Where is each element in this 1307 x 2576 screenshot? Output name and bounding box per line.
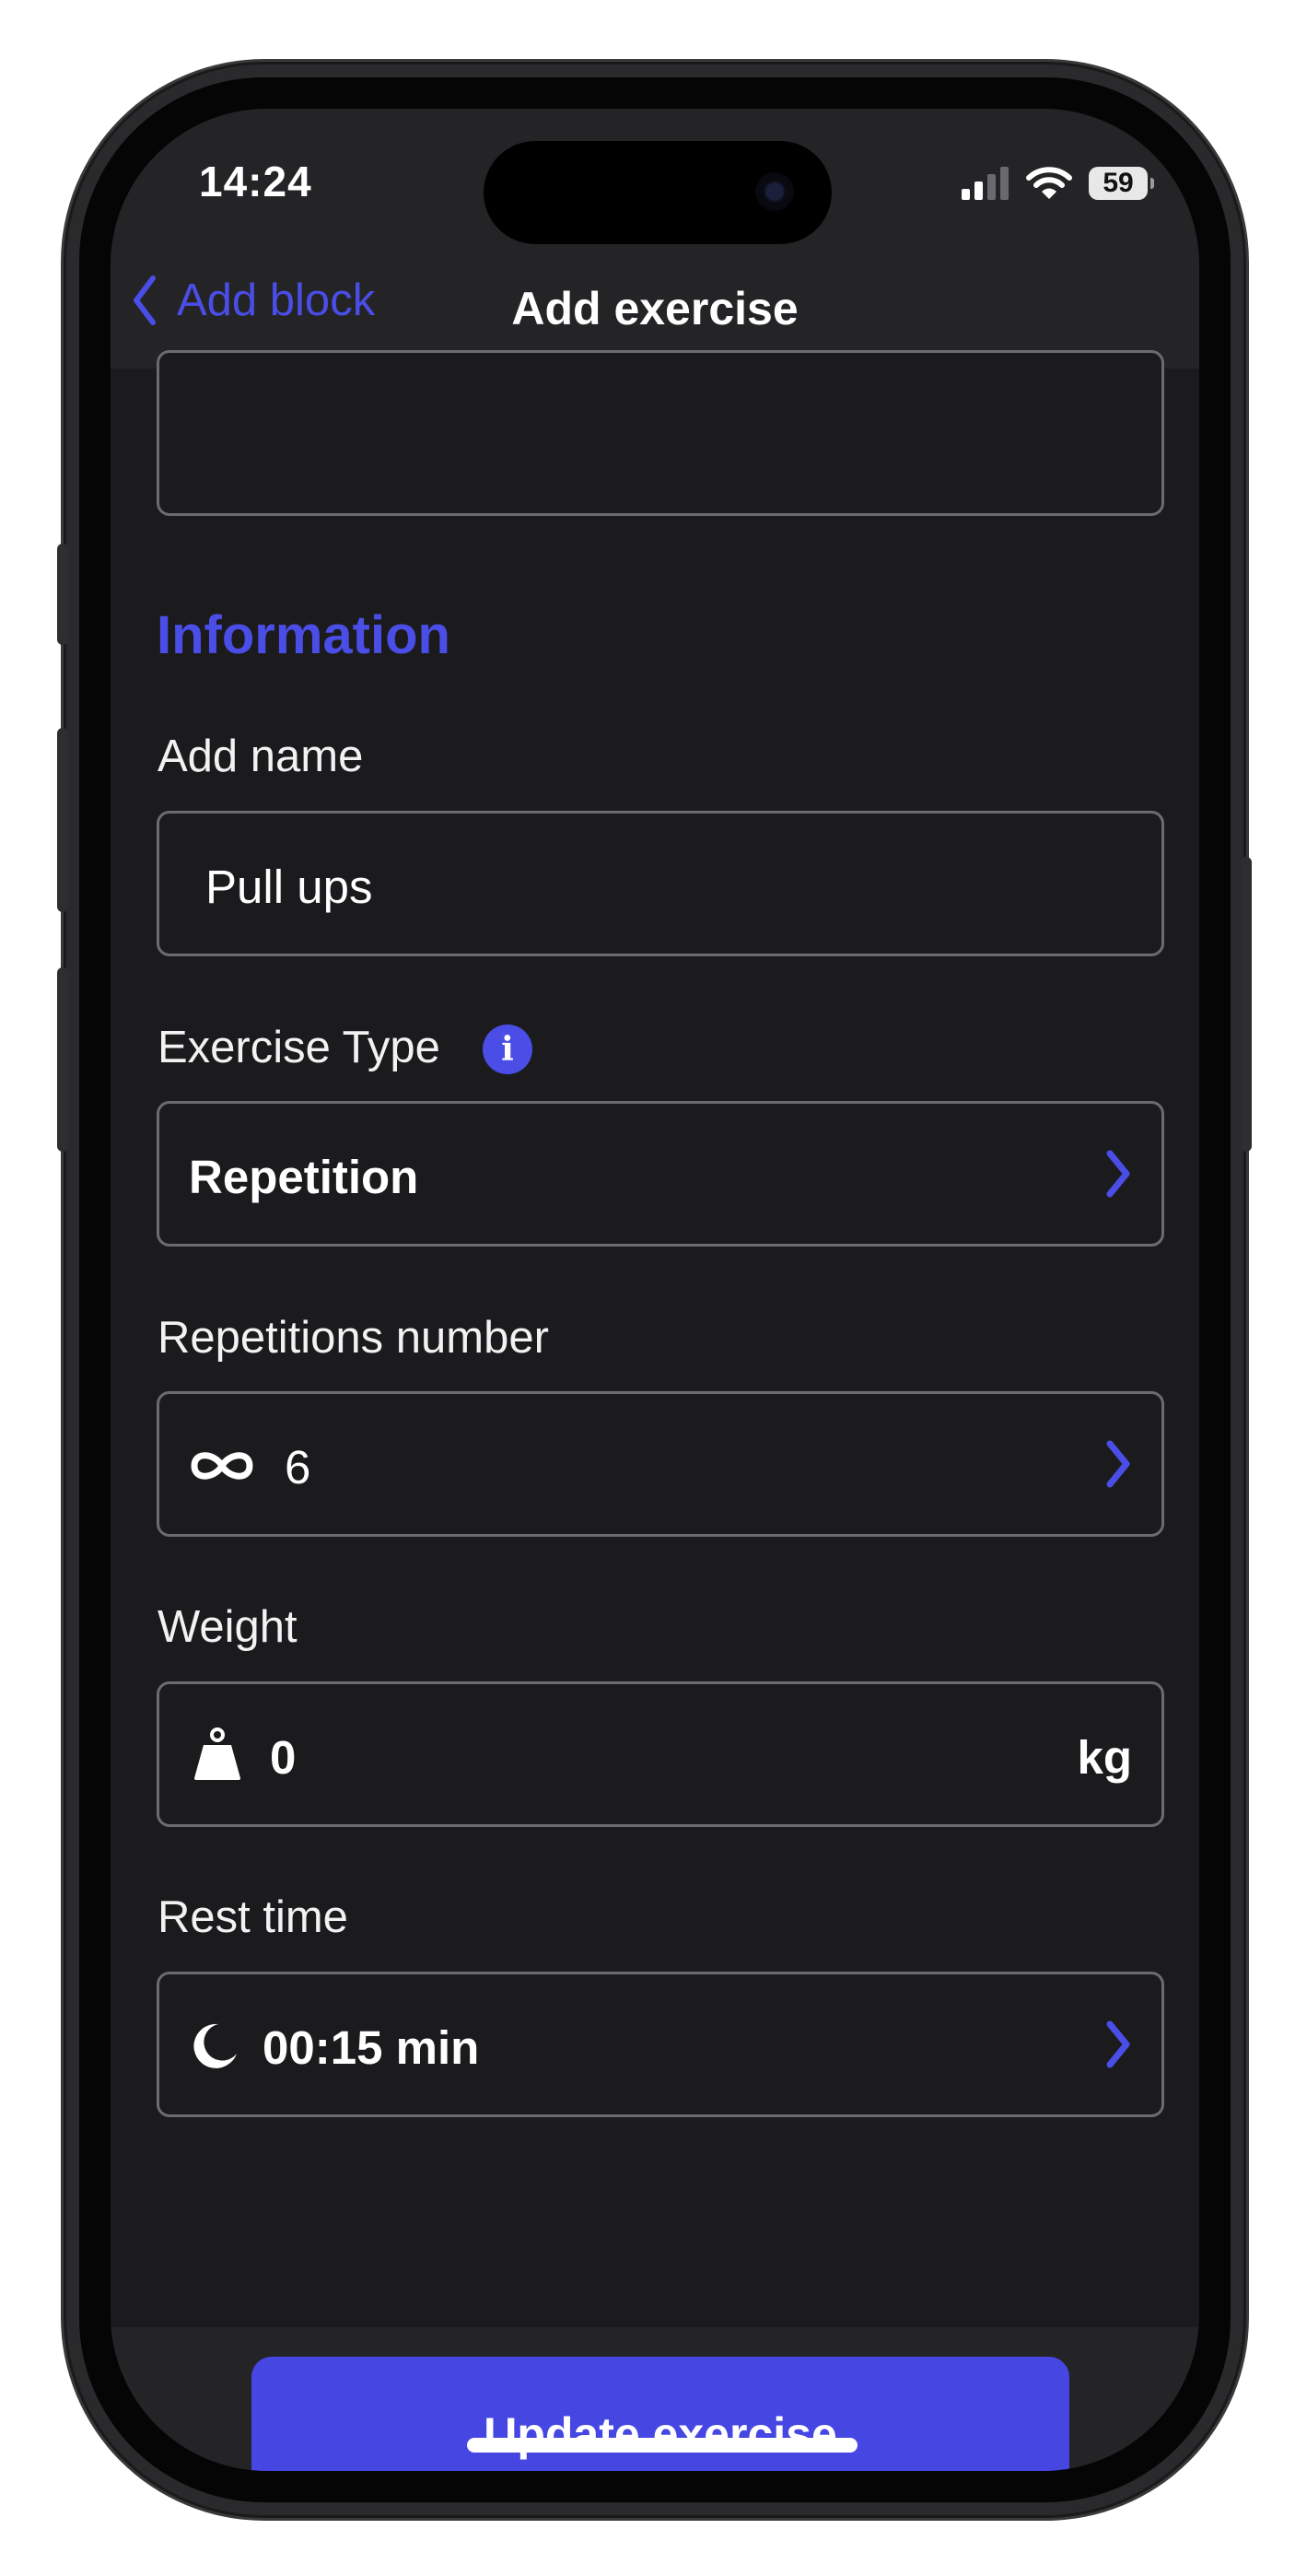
weight-label: Weight xyxy=(158,1602,298,1652)
status-icons: 59 xyxy=(960,160,1154,206)
exercise-type-label: Exercise Type xyxy=(158,1023,440,1072)
update-exercise-button[interactable]: Update exercise xyxy=(251,2357,1069,2471)
form-content: Information Add name Pull ups Exercise T… xyxy=(111,350,1199,2327)
rest-time-select[interactable]: 00:15 min xyxy=(157,1972,1164,2117)
signal-icon xyxy=(962,167,1009,200)
home-indicator[interactable] xyxy=(467,2438,858,2453)
infinity-icon xyxy=(191,1452,253,1480)
battery-level: 59 xyxy=(1103,168,1134,198)
volume-up-button xyxy=(57,728,68,912)
screen: 14:24 59 Add block Add exercise Informat… xyxy=(111,109,1199,2471)
weight-input[interactable]: 0 kg xyxy=(157,1681,1164,1827)
volume-down-button xyxy=(57,967,68,1152)
info-icon[interactable]: i xyxy=(483,1025,532,1074)
name-input-value: Pull ups xyxy=(205,861,373,913)
exercise-type-value: Repetition xyxy=(189,1151,419,1203)
chevron-right-icon xyxy=(1106,1150,1130,1198)
page-title: Add exercise xyxy=(511,283,799,334)
wifi-icon xyxy=(1026,167,1072,199)
moon-icon xyxy=(193,2023,237,2068)
repetitions-value: 6 xyxy=(285,1441,311,1493)
action-button xyxy=(57,544,68,645)
weight-unit: kg xyxy=(1077,1731,1132,1784)
section-title-information: Information xyxy=(157,605,450,665)
name-input[interactable]: Pull ups xyxy=(157,811,1164,956)
rest-time-label: Rest time xyxy=(158,1892,348,1942)
repetitions-select[interactable]: 6 xyxy=(157,1391,1164,1537)
status-time: 14:24 xyxy=(199,158,312,205)
chevron-right-icon xyxy=(1106,1440,1130,1488)
repetitions-label: Repetitions number xyxy=(158,1313,549,1363)
power-button xyxy=(1241,857,1252,1152)
weight-value: 0 xyxy=(270,1731,297,1784)
rest-time-value: 00:15 min xyxy=(263,2021,480,2074)
notes-textarea[interactable] xyxy=(157,350,1164,516)
top-bar: 14:24 59 Add block Add exercise xyxy=(111,109,1199,369)
camera-icon xyxy=(755,172,794,211)
dynamic-island xyxy=(484,141,832,244)
battery-icon: 59 xyxy=(1089,167,1154,200)
navigation-bar: Add block Add exercise xyxy=(111,265,1199,357)
name-label: Add name xyxy=(158,732,364,781)
kettlebell-icon xyxy=(194,1727,240,1780)
exercise-type-select[interactable]: Repetition xyxy=(157,1101,1164,1247)
chevron-right-icon xyxy=(1106,2020,1130,2068)
